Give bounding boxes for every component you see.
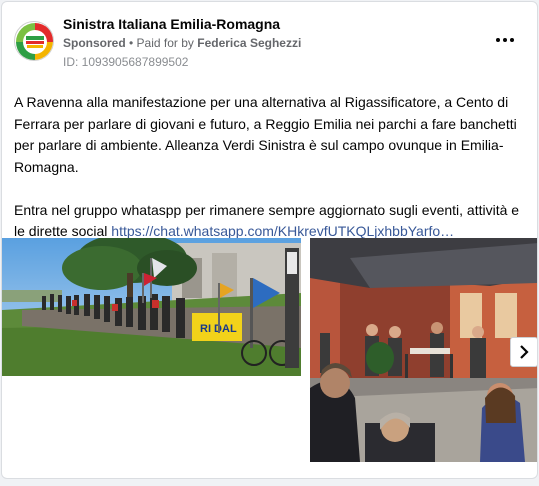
ad-id: ID: 1093905687899502 (63, 55, 189, 69)
more-options-button[interactable] (495, 32, 515, 48)
paid-for-prefix: Paid for by (136, 36, 198, 50)
whatsapp-link[interactable]: https://chat.whatsapp.com/KHkrevfUTKQLjx… (111, 223, 454, 239)
more-dot (503, 38, 507, 42)
more-horizontal-icon (496, 38, 500, 42)
cafe-event-photo[interactable] (310, 238, 537, 462)
protest-photo[interactable]: RI DAL (2, 238, 301, 376)
carousel-next-button[interactable] (510, 337, 537, 367)
sponsored-label: Sponsored (63, 36, 126, 50)
chevron-right-icon (520, 345, 529, 359)
more-dot (510, 38, 514, 42)
post-header: Sinistra Italiana Emilia-Romagna Sponsor… (2, 2, 537, 82)
avs-logo-icon (16, 23, 53, 60)
separator: • (125, 36, 137, 50)
post-paragraph-2: Entra nel gruppo whataspp per rimanere s… (14, 200, 526, 243)
page-name[interactable]: Sinistra Italiana Emilia-Romagna (63, 16, 280, 32)
post-paragraph-1: A Ravenna alla manifestazione per una al… (14, 94, 517, 175)
paid-for-name: Federica Seghezzi (197, 36, 302, 50)
page-avatar[interactable] (14, 21, 54, 61)
cafe-event-photo-image (310, 238, 537, 462)
ad-card: Sinistra Italiana Emilia-Romagna Sponsor… (1, 1, 538, 479)
sponsored-line: Sponsored • Paid for by Federica Seghezz… (63, 36, 301, 50)
media-carousel: RI DAL (2, 238, 537, 466)
protest-photo-image: RI DAL (2, 238, 301, 376)
